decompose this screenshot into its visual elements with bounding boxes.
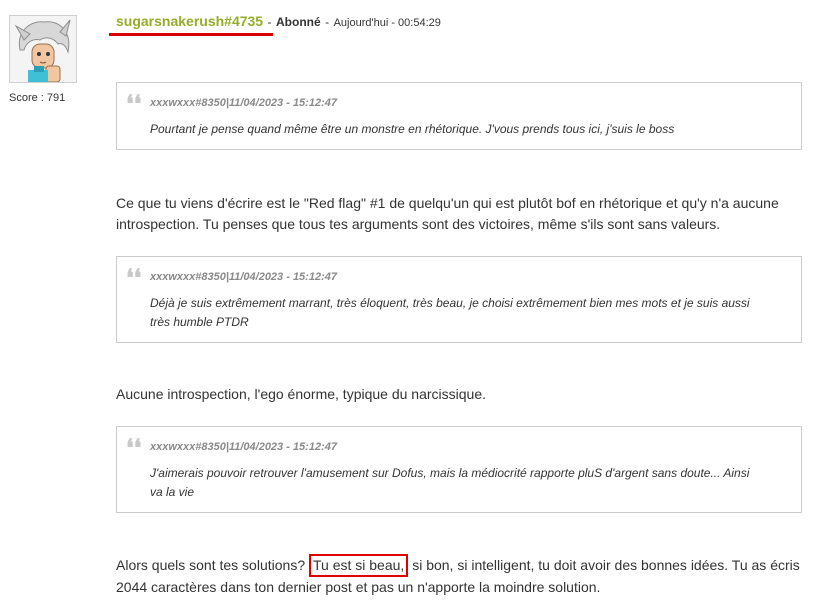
post-paragraph: Aucune introspection, l'ego énorme, typi…	[116, 386, 487, 402]
score-label: Score :	[9, 92, 44, 104]
quote-block: ❛❛ xxxwxxx#8350|11/04/2023 - 15:12:47 Po…	[116, 82, 802, 150]
post-header: sugarsnakerush#4735 - Abonné - Aujourd'h…	[116, 13, 441, 31]
annotation-highlight-box: Tu est si beau,	[309, 554, 409, 577]
paragraph-text-before: Alors quels sont tes solutions?	[116, 557, 309, 573]
avatar-illustration	[10, 16, 76, 82]
header-separator: -	[267, 15, 272, 29]
quote-icon: ❛❛	[126, 433, 142, 462]
user-score: Score :791	[9, 92, 65, 104]
quote-block: ❛❛ xxxwxxx#8350|11/04/2023 - 15:12:47 Dé…	[116, 256, 802, 343]
user-avatar[interactable]	[9, 15, 77, 83]
score-value: 791	[46, 92, 66, 104]
quote-author[interactable]: xxxwxxx#8350|11/04/2023 - 15:12:47	[150, 97, 337, 109]
quote-text: Pourtant je pense quand même être un mon…	[150, 122, 675, 136]
quote-block: ❛❛ xxxwxxx#8350|11/04/2023 - 15:12:47 J'…	[116, 426, 802, 513]
post-date: Aujourd'hui - 00:54:29	[333, 17, 441, 29]
quote-author[interactable]: xxxwxxx#8350|11/04/2023 - 15:12:47	[150, 441, 337, 453]
quote-icon: ❛❛	[126, 263, 142, 292]
annotation-underline	[109, 33, 273, 36]
quote-author[interactable]: xxxwxxx#8350|11/04/2023 - 15:12:47	[150, 271, 337, 283]
author-role: Abonné	[276, 15, 321, 29]
author-username-link[interactable]: sugarsnakerush#4735	[116, 13, 263, 29]
quote-text: Déjà je suis extrêmement marrant, très é…	[150, 296, 750, 329]
quote-icon: ❛❛	[126, 89, 142, 118]
quote-text: J'aimerais pouvoir retrouver l'amusement…	[150, 466, 750, 499]
header-separator-2: -	[325, 15, 330, 29]
post-paragraph: Ce que tu viens d'écrire est le "Red fla…	[116, 195, 779, 232]
post-paragraph-last: Alors quels sont tes solutions? Tu est s…	[116, 554, 806, 598]
